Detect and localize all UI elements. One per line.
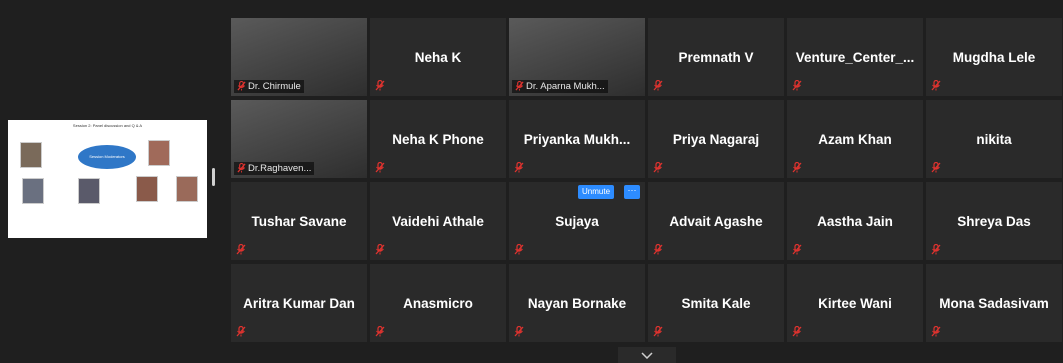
microphone-muted-icon bbox=[653, 244, 663, 255]
slide-photo bbox=[148, 140, 170, 166]
participant-name-label: Dr.Raghaven... bbox=[234, 162, 315, 175]
participant-name: Shreya Das bbox=[957, 213, 1031, 229]
participant-name: Smita Kale bbox=[681, 295, 751, 311]
microphone-muted-icon bbox=[515, 81, 524, 91]
participant-name: Priyanka Mukh... bbox=[523, 131, 631, 147]
participant-name: Dr. Aparna Mukh... bbox=[526, 81, 605, 92]
participant-tile[interactable]: Venture_Center_... bbox=[787, 18, 923, 96]
participant-name: Aastha Jain bbox=[817, 213, 893, 229]
participant-tile[interactable]: Mona Sadasivam bbox=[926, 264, 1062, 342]
participant-tile[interactable]: Premnath V bbox=[648, 18, 784, 96]
slide-photo bbox=[20, 142, 42, 168]
participant-name: Priya Nagaraj bbox=[672, 131, 760, 147]
participant-name: Nayan Bornake bbox=[527, 295, 627, 311]
participant-tile[interactable]: Tushar Savane bbox=[231, 182, 367, 260]
microphone-muted-icon bbox=[792, 162, 802, 173]
participant-name: Kirtee Wani bbox=[818, 295, 892, 311]
slide-moderators-oval: Session Moderators bbox=[78, 145, 136, 169]
scroll-down-button[interactable] bbox=[618, 347, 676, 363]
microphone-muted-icon bbox=[375, 326, 385, 337]
participant-name: Anasmicro bbox=[403, 295, 473, 311]
participant-name-label: Dr. Chirmule bbox=[234, 80, 304, 93]
microphone-muted-icon bbox=[931, 326, 941, 337]
participant-name: Tushar Savane bbox=[251, 213, 347, 229]
microphone-muted-icon bbox=[514, 162, 524, 173]
slide-photo bbox=[176, 176, 198, 202]
microphone-muted-icon bbox=[792, 326, 802, 337]
microphone-muted-icon bbox=[931, 244, 941, 255]
microphone-muted-icon bbox=[792, 80, 802, 91]
participant-name: Premnath V bbox=[678, 49, 754, 65]
microphone-muted-icon bbox=[237, 81, 246, 91]
participant-tile[interactable]: Mugdha Lele bbox=[926, 18, 1062, 96]
participant-tile[interactable]: Neha K Phone bbox=[370, 100, 506, 178]
participant-tile[interactable]: nikita bbox=[926, 100, 1062, 178]
microphone-muted-icon bbox=[237, 163, 246, 173]
participant-tile[interactable]: Advait Agashe bbox=[648, 182, 784, 260]
slide-photo bbox=[136, 176, 158, 202]
microphone-muted-icon bbox=[653, 162, 663, 173]
participant-name: Vaidehi Athale bbox=[392, 213, 484, 229]
panel-splitter-handle[interactable] bbox=[212, 168, 215, 186]
shared-screen: Session 2: Panel discussion and Q & A Se… bbox=[8, 120, 207, 238]
microphone-muted-icon bbox=[514, 326, 524, 337]
microphone-muted-icon bbox=[375, 80, 385, 91]
participant-tile[interactable]: Priyanka Mukh... bbox=[509, 100, 645, 178]
participant-tile[interactable]: Vaidehi Athale bbox=[370, 182, 506, 260]
microphone-muted-icon bbox=[931, 80, 941, 91]
participant-name: Venture_Center_... bbox=[795, 49, 915, 65]
participant-name: Neha K bbox=[414, 49, 462, 65]
slide-title: Session 2: Panel discussion and Q & A bbox=[72, 123, 143, 128]
participant-tile[interactable]: Dr.Raghaven... bbox=[231, 100, 367, 178]
participant-name-label: Dr. Aparna Mukh... bbox=[512, 80, 608, 93]
participant-name: Mona Sadasivam bbox=[939, 295, 1049, 311]
microphone-muted-icon bbox=[653, 326, 663, 337]
microphone-muted-icon bbox=[236, 326, 246, 337]
participant-name: Dr. Chirmule bbox=[248, 81, 301, 92]
participant-name: Advait Agashe bbox=[669, 213, 763, 229]
participant-name: Mugdha Lele bbox=[952, 49, 1036, 65]
participant-tile[interactable]: Shreya Das bbox=[926, 182, 1062, 260]
microphone-muted-icon bbox=[236, 244, 246, 255]
participant-tile[interactable]: Aritra Kumar Dan bbox=[231, 264, 367, 342]
participant-tile[interactable]: Dr. Aparna Mukh... bbox=[509, 18, 645, 96]
participant-name: Neha K Phone bbox=[392, 131, 484, 147]
participant-tile[interactable]: Smita Kale bbox=[648, 264, 784, 342]
participant-tile[interactable]: Kirtee Wani bbox=[787, 264, 923, 342]
participant-tile[interactable]: Neha K bbox=[370, 18, 506, 96]
participant-tile[interactable]: Dr. Chirmule bbox=[231, 18, 367, 96]
participant-name: Azam Khan bbox=[818, 131, 892, 147]
slide-photo bbox=[78, 178, 100, 204]
participant-tile[interactable]: Nayan Bornake bbox=[509, 264, 645, 342]
chevron-down-icon bbox=[641, 351, 653, 359]
participant-tile[interactable]: Azam Khan bbox=[787, 100, 923, 178]
participant-name: nikita bbox=[976, 131, 1012, 147]
microphone-muted-icon bbox=[931, 162, 941, 173]
participant-name: Dr.Raghaven... bbox=[248, 163, 312, 174]
unmute-button[interactable]: Unmute bbox=[578, 185, 615, 199]
microphone-muted-icon bbox=[653, 80, 663, 91]
participant-name: Aritra Kumar Dan bbox=[243, 295, 355, 311]
microphone-muted-icon bbox=[375, 244, 385, 255]
participant-tile[interactable]: Anasmicro bbox=[370, 264, 506, 342]
slide-photo bbox=[22, 178, 44, 204]
microphone-muted-icon bbox=[792, 244, 802, 255]
participant-tile[interactable]: Priya Nagaraj bbox=[648, 100, 784, 178]
microphone-muted-icon bbox=[375, 162, 385, 173]
more-options-button[interactable]: ··· bbox=[624, 185, 640, 199]
microphone-muted-icon bbox=[514, 244, 524, 255]
participant-tile[interactable]: Aastha Jain bbox=[787, 182, 923, 260]
